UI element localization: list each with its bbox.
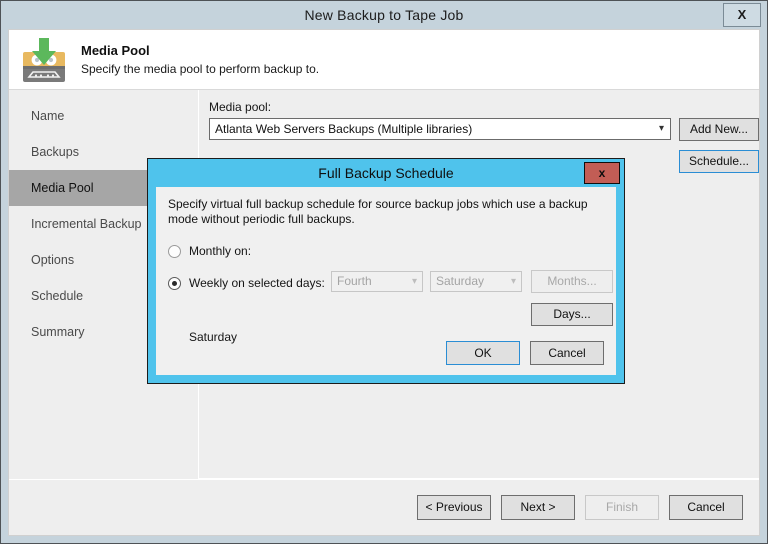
cancel-button[interactable]: Cancel xyxy=(669,495,743,520)
months-button: Months... xyxy=(531,270,613,293)
next-button[interactable]: Next > xyxy=(501,495,575,520)
weekday-select-value: Saturday xyxy=(436,274,485,288)
chevron-down-icon: ▾ xyxy=(658,123,664,134)
chevron-down-icon: ▾ xyxy=(510,276,516,287)
dialog-ok-button[interactable]: OK xyxy=(446,341,520,365)
ordinal-select[interactable]: Fourth ▾ xyxy=(331,271,423,292)
dialog-description: Specify virtual full backup schedule for… xyxy=(168,197,588,226)
full-backup-schedule-dialog: Full Backup Schedule x Specify virtual f… xyxy=(147,158,625,384)
page-title: Media Pool xyxy=(81,43,150,58)
content-divider xyxy=(199,478,759,479)
wizard-footer: < Previous Next > Finish Cancel xyxy=(9,479,759,535)
media-pool-select-value: Atlanta Web Servers Backups (Multiple li… xyxy=(215,122,473,136)
close-icon[interactable]: X xyxy=(723,3,761,27)
banner-text-block: Media Pool Specify the media pool to per… xyxy=(81,43,319,76)
monthly-radio[interactable] xyxy=(168,244,181,258)
schedule-button[interactable]: Schedule... xyxy=(679,150,759,173)
dialog-title: Full Backup Schedule xyxy=(318,165,454,181)
dialog-footer: OK Cancel xyxy=(446,341,604,365)
ordinal-select-value: Fourth xyxy=(337,274,372,288)
page-subtitle: Specify the media pool to perform backup… xyxy=(81,62,320,76)
dialog-titlebar: Full Backup Schedule x xyxy=(148,159,624,187)
add-new-button[interactable]: Add New... xyxy=(679,118,759,141)
window-titlebar: New Backup to Tape Job X xyxy=(1,1,767,29)
wizard-window: New Backup to Tape Job X Media Pool Spec… xyxy=(0,0,768,544)
weekly-radio[interactable] xyxy=(168,276,181,290)
weekly-radio-label: Weekly on selected days: xyxy=(189,276,325,290)
finish-button: Finish xyxy=(585,495,659,520)
monthly-radio-label: Monthly on: xyxy=(189,244,252,258)
media-pool-actions: Add New... Schedule... xyxy=(679,118,759,173)
dialog-cancel-button[interactable]: Cancel xyxy=(530,341,604,365)
chevron-down-icon: ▾ xyxy=(411,276,417,287)
media-pool-select[interactable]: Atlanta Web Servers Backups (Multiple li… xyxy=(209,118,671,140)
dialog-close-icon[interactable]: x xyxy=(584,162,620,184)
wizard-banner: Media Pool Specify the media pool to per… xyxy=(9,30,759,90)
media-pool-label: Media pool: xyxy=(209,100,272,114)
monthly-option-row: Monthly on: xyxy=(168,239,604,263)
weekday-select[interactable]: Saturday ▾ xyxy=(430,271,522,292)
previous-button[interactable]: < Previous xyxy=(417,495,491,520)
weekly-selected-days-value: Saturday xyxy=(189,330,238,344)
days-button[interactable]: Days... xyxy=(531,303,613,326)
tape-download-icon xyxy=(17,36,71,84)
dialog-body: Specify virtual full backup schedule for… xyxy=(156,187,616,375)
sidebar-item-name[interactable]: Name xyxy=(9,98,198,134)
window-title: New Backup to Tape Job xyxy=(304,7,464,23)
